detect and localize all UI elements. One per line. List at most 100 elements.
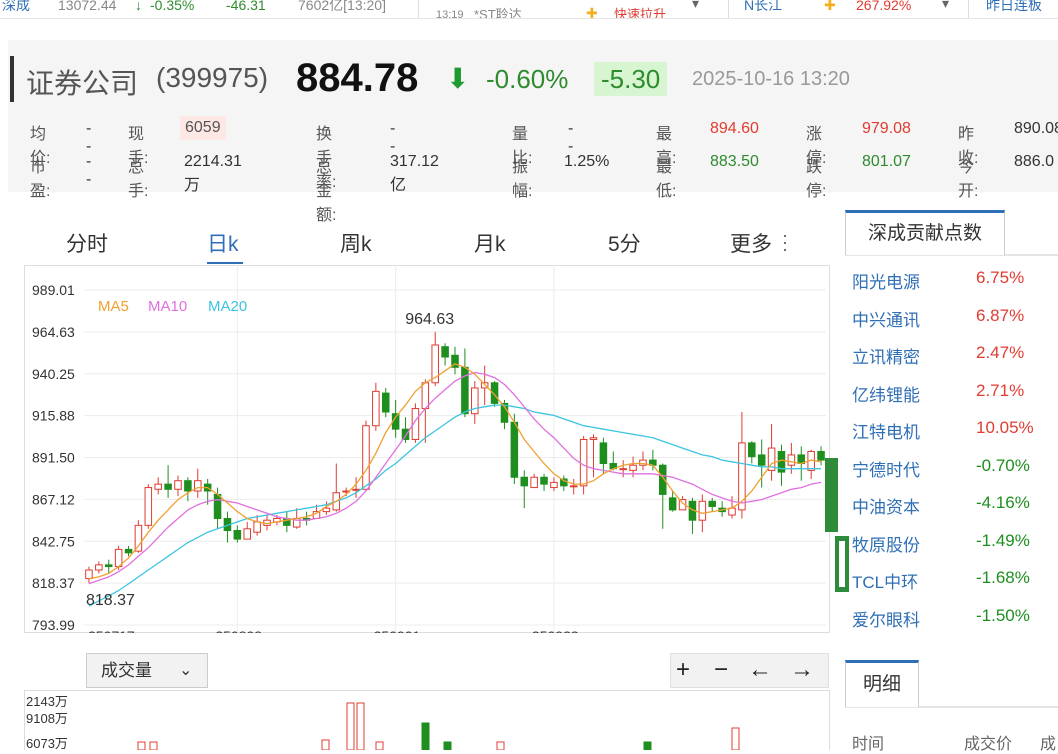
pan-right-button[interactable]: → [790,653,814,686]
legend-ma20: MA20 [208,298,247,315]
more-dots-icon[interactable]: · · · [782,226,788,258]
contrib-row[interactable]: 阳光电源 6.75% [852,268,1052,298]
tab-daily-k[interactable]: 日k [207,228,239,258]
contrib-row[interactable]: 爱尔眼科 -1.50% [852,606,1052,636]
contrib-stock-name[interactable]: 亿纬锂能 [852,381,920,406]
contrib-stock-name[interactable]: 江特电机 [852,418,920,443]
ticker-stock2[interactable]: N长江 [744,0,782,12]
candle-body [550,481,558,489]
contrib-stock-pct: -1.49% [976,530,1030,550]
contrib-row[interactable]: 牧原股份 -1.49% [852,531,1052,561]
candle-body [164,483,172,490]
pan-left-button[interactable]: ← [748,653,772,686]
tab-intraday[interactable]: 分时 [66,228,108,258]
candle-body [124,548,133,554]
contrib-stock-pct: -0.70% [976,455,1030,475]
volume-bar [149,741,158,750]
tab-more[interactable]: 更多 [730,228,772,258]
candle-body [569,485,578,488]
indicator-select-label: 成交量 [101,661,152,680]
tab-5min[interactable]: 5分 [608,228,641,258]
candle-body [213,493,222,519]
zoom-out-button[interactable]: − [714,653,728,686]
contrib-stock-pct: -1.68% [976,568,1030,587]
candle-body [233,530,242,540]
candle-body [95,564,103,571]
stat-label[interactable]: 总手: [128,153,148,201]
stat-label[interactable]: 振幅: [512,153,532,201]
contrib-row[interactable]: 宁德时代 -0.70% [852,456,1052,486]
stat-label: 今开: [958,159,979,200]
contrib-row[interactable]: TCL中环 -1.68% [852,568,1052,598]
chevron-down-icon[interactable]: ▾ [692,0,699,10]
detail-col-price: 成交价 [964,736,1013,753]
stat-value: 890.08 [1014,120,1058,137]
candle-body [520,476,529,487]
stat-label[interactable]: 市盈: [30,153,50,201]
stat-value: 1.25% [564,153,610,170]
candle-body [698,500,707,521]
volume-bar [321,739,330,750]
volume-chart[interactable]: 2143万 9108万 6073万 [24,690,830,750]
contrib-stock-name[interactable]: 爱尔眼科 [852,606,920,631]
ticker-divider [968,0,969,18]
contrib-stock-pct: 10.05% [976,418,1034,437]
indicator-select[interactable]: 成交量 ⌄ [86,653,208,688]
candlestick-chart[interactable]: 989.01 964.63 940.25 915.88 891.50 867.12 842.… [24,265,830,633]
contrib-stock-name[interactable]: 牧原股份 [852,531,920,556]
scroll-marker[interactable] [825,458,838,532]
title-accent-bar [10,56,14,102]
candle-body [134,524,143,552]
contrib-row[interactable]: 中兴通讯 6.87% [852,306,1052,336]
stat-value: -- [86,153,92,188]
down-arrow-icon: ↓ [135,0,142,13]
y-tick-label: 940.25 [32,366,75,382]
contrib-stock-name[interactable]: 立讯精密 [852,343,920,368]
contrib-stock-name[interactable]: TCL中环 [852,568,918,593]
candle-body [421,382,430,410]
y-tick-label: 891.50 [32,450,75,466]
stat-label[interactable]: 总金额: [316,153,336,225]
contrib-stock-name[interactable]: 宁德时代 [852,456,920,481]
stat-value: 979.08 [862,120,911,137]
candle-body [441,346,449,358]
tab-monthly-k[interactable]: 月k [474,228,506,258]
tab-contrib[interactable]: 深成贡献点数 [845,210,1005,255]
ticker-index-label[interactable]: 深成 [2,0,30,12]
ticker-news-time: 13:19 [436,9,464,19]
candle-body [757,454,766,466]
zoom-in-button[interactable]: + [676,653,690,686]
stat-value: 801.07 [862,153,911,170]
ticker-index-pct: -0.35% [150,0,195,13]
stat-value: -- [86,120,92,155]
ticker-divider [418,0,419,18]
contrib-stock-name[interactable]: 阳光电源 [852,268,920,293]
min-annotation: 818.37 [86,592,135,609]
candle-body [381,392,390,413]
tab-weekly-k[interactable]: 周k [340,228,372,258]
candle-body [461,366,469,415]
plus-icon: ✚ [586,5,598,19]
contrib-row[interactable]: 立讯精密 2.47% [852,343,1052,373]
change-value: -5.30 [594,62,668,96]
ticker-yesterday[interactable]: 昨日连板 [986,0,1042,12]
stat-value: 317.12亿 [390,153,439,194]
tab-detail[interactable]: 明细 [845,660,919,707]
contrib-row[interactable]: 江特电机 10.05% [852,418,1052,448]
y-tick-label: 793.99 [32,617,75,633]
volume-y-label: 2143万 [26,694,68,709]
candle-body [708,500,716,507]
ticker-index-value: 13072.44 [58,0,117,13]
contrib-row[interactable]: 中油资本 -4.16% [852,493,1052,523]
x-tick-label: 250901 [374,628,421,633]
contrib-stock-name[interactable]: 中兴通讯 [852,306,920,331]
contrib-row[interactable]: 亿纬锂能 2.71% [852,381,1052,411]
chevron-down-icon[interactable]: ▾ [942,0,949,10]
ticker-news-stock[interactable]: *ST聆达 [474,8,522,19]
x-tick-label: 250923 [532,628,579,633]
contrib-stock-pct: -1.50% [976,605,1030,625]
contrib-stock-name[interactable]: 中油资本 [852,493,920,518]
volume-bar [137,741,146,750]
volume-bar [443,741,452,750]
y-tick-label: 842.75 [32,533,75,549]
